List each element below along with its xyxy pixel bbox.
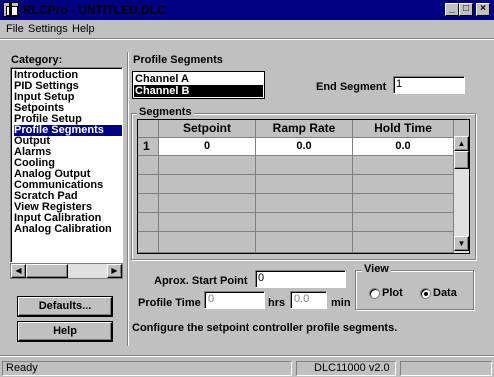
view-plot-radio[interactable] <box>369 288 380 299</box>
empty-cell[interactable] <box>353 194 454 213</box>
cell-ramp-rate[interactable]: 0.0 <box>256 138 353 156</box>
menu-help[interactable]: Help <box>72 23 95 35</box>
empty-cell[interactable] <box>256 232 353 253</box>
end-segment-label: End Segment <box>316 81 387 93</box>
view-data-label[interactable]: Data <box>433 287 457 299</box>
maximize-button[interactable]: □ <box>459 3 473 16</box>
empty-cell[interactable] <box>353 232 454 253</box>
scroll-left-button[interactable]: ◀ <box>11 264 26 278</box>
empty-cell[interactable] <box>159 213 256 232</box>
empty-cell[interactable] <box>256 213 353 232</box>
defaults-button[interactable]: Defaults... <box>18 297 112 316</box>
empty-cell[interactable] <box>353 175 454 194</box>
cell-hold-time[interactable]: 0.0 <box>353 138 454 156</box>
scroll-down-button[interactable]: ▼ <box>454 236 469 251</box>
grid-corner <box>138 120 159 138</box>
empty-cell[interactable] <box>353 213 454 232</box>
column-header-setpoint[interactable]: Setpoint <box>159 120 256 138</box>
profile-time-min-input[interactable]: 0.0 <box>290 291 327 309</box>
window-title: RLCPro - UNTITLED.DLC <box>23 3 166 17</box>
status-extra-panel <box>400 361 492 376</box>
app-icon[interactable] <box>3 2 19 17</box>
start-point-label: Aprox. Start Point <box>154 275 248 287</box>
view-group-label: View <box>362 263 391 275</box>
scroll-thumb[interactable] <box>26 264 68 278</box>
status-text: Ready <box>2 361 292 376</box>
channel-item-b[interactable]: Channel B <box>134 85 263 97</box>
empty-row-header <box>138 156 159 175</box>
category-item-analog-calibration[interactable]: Analog Calibration <box>14 224 122 235</box>
scroll-right-button[interactable]: ▶ <box>107 264 122 278</box>
menu-settings[interactable]: Settings <box>28 23 68 35</box>
help-button[interactable]: Help <box>18 322 112 341</box>
view-plot-label[interactable]: Plot <box>382 287 403 299</box>
channel-list[interactable]: Channel A Channel B <box>132 71 265 99</box>
cell-setpoint[interactable]: 0 <box>159 138 256 156</box>
empty-cell[interactable] <box>159 156 256 175</box>
close-button[interactable]: × <box>476 3 490 16</box>
status-divider <box>0 355 494 357</box>
channel-item-a[interactable]: Channel A <box>135 73 262 85</box>
hrs-label: hrs <box>268 297 286 309</box>
row-number: 1 <box>138 138 159 156</box>
scroll-up-button[interactable]: ▲ <box>454 136 469 151</box>
column-header-hold-time[interactable]: Hold Time <box>353 120 454 138</box>
empty-cell[interactable] <box>256 156 353 175</box>
empty-row-header <box>138 213 159 232</box>
empty-cell[interactable] <box>256 194 353 213</box>
status-version: DLC11000 v2.0 <box>296 361 396 376</box>
minimize-button[interactable]: _ <box>445 3 459 16</box>
empty-cell[interactable] <box>353 156 454 175</box>
panel-description: Configure the setpoint controller profil… <box>132 322 398 334</box>
empty-row-header <box>138 232 159 253</box>
column-header-ramp-rate[interactable]: Ramp Rate <box>256 120 353 138</box>
category-hscrollbar[interactable]: ◀ ▶ <box>10 263 123 279</box>
min-label: min <box>331 297 351 309</box>
scroll-thumb[interactable] <box>454 151 469 169</box>
profile-time-label: Profile Time <box>138 297 201 309</box>
end-segment-input[interactable]: 1 <box>393 76 465 94</box>
start-point-input[interactable]: 0 <box>255 270 346 288</box>
empty-cell[interactable] <box>256 175 353 194</box>
empty-cell[interactable] <box>159 232 256 253</box>
menu-file[interactable]: File <box>6 23 24 35</box>
empty-row-header <box>138 194 159 213</box>
category-label: Category: <box>11 54 63 66</box>
empty-row-header <box>138 175 159 194</box>
view-data-radio[interactable] <box>420 288 431 299</box>
segments-group-label: Segments <box>137 106 194 118</box>
empty-cell[interactable] <box>159 194 256 213</box>
segments-grid[interactable]: Setpoint Ramp Rate Hold Time 1 0 0.0 0.0 <box>137 119 470 254</box>
empty-cell[interactable] <box>159 175 256 194</box>
profile-time-hrs-input[interactable]: 0 <box>204 291 265 309</box>
grid-vscrollbar[interactable]: ▲ ▼ <box>453 136 469 253</box>
menu-divider <box>0 38 494 40</box>
pane-divider <box>127 52 129 346</box>
panel-title: Profile Segments <box>133 54 223 66</box>
category-list[interactable]: Introduction PID Settings Input Setup Se… <box>10 67 123 263</box>
